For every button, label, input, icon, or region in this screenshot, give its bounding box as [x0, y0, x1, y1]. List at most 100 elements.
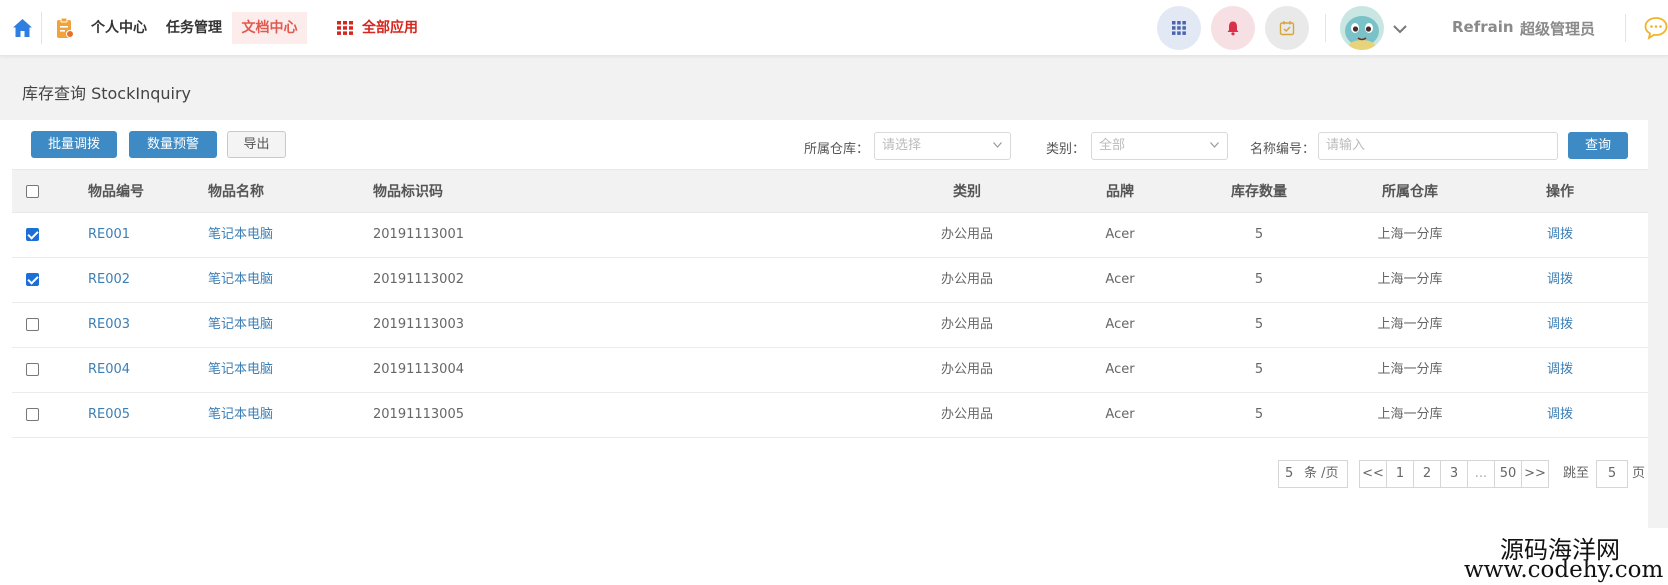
- query-button[interactable]: 查询: [1568, 132, 1628, 159]
- jump-unit-label: 页: [1632, 466, 1646, 481]
- cell-item-code[interactable]: RE003: [88, 303, 130, 347]
- chevron-down-icon: [1210, 142, 1219, 148]
- table-row: RE003 笔记本电脑 20191113003 办公用品 Acer 5 上海一分库 调拨: [12, 303, 1648, 348]
- cell-item-name[interactable]: 笔记本电脑: [208, 213, 273, 257]
- nav-divider: [1625, 14, 1626, 42]
- table-row: RE002 笔记本电脑 20191113002 办公用品 Acer 5 上海一分库 调拨: [12, 258, 1648, 303]
- cell-warehouse: 上海一分库: [1377, 317, 1443, 332]
- user-name[interactable]: Refrain: [1452, 18, 1514, 36]
- cell-warehouse: 上海一分库: [1377, 362, 1443, 377]
- nav-all-apps[interactable]: 全部应用: [337, 12, 418, 44]
- cell-stock-qty: 5: [1254, 227, 1264, 242]
- header-item-code: 物品编号: [88, 184, 144, 200]
- code-filter-label: 名称编号：: [1250, 142, 1316, 157]
- task-board-icon[interactable]: [56, 17, 74, 39]
- watermark: 源码海洋网 www.codehy.com: [1460, 528, 1668, 585]
- page-size-select[interactable]: 5 条 /页: [1278, 460, 1348, 488]
- cell-item-id: 20191113005: [373, 407, 464, 422]
- cell-item-id: 20191113004: [373, 362, 464, 377]
- cell-warehouse: 上海一分库: [1377, 272, 1443, 287]
- category-select-value: 全部: [1099, 138, 1126, 153]
- cell-brand: Acer: [1105, 362, 1135, 377]
- nav-document-center[interactable]: 文档中心: [232, 12, 307, 44]
- transfer-link[interactable]: 调拨: [1500, 213, 1620, 257]
- cell-stock-qty: 5: [1254, 272, 1264, 287]
- row-checkbox[interactable]: [26, 363, 39, 376]
- home-icon[interactable]: [12, 18, 33, 38]
- chat-bubble-icon[interactable]: [1644, 16, 1668, 40]
- top-navbar: 个人中心 任务管理 文档中心 全部应用 Refrain 超级管理员: [0, 0, 1668, 56]
- calendar-check-icon: [1279, 21, 1295, 36]
- cell-stock-qty: 5: [1254, 362, 1264, 377]
- cell-item-id: 20191113003: [373, 317, 464, 332]
- row-checkbox[interactable]: [26, 318, 39, 331]
- nav-task-management[interactable]: 任务管理: [164, 12, 224, 44]
- export-button[interactable]: 导出: [227, 131, 286, 158]
- avatar[interactable]: [1340, 6, 1384, 50]
- apps-button[interactable]: [1157, 6, 1201, 50]
- page-button-2[interactable]: 2: [1413, 460, 1441, 488]
- last-page-button[interactable]: >>: [1521, 460, 1549, 488]
- user-role: 超级管理员: [1520, 20, 1596, 38]
- cell-item-code[interactable]: RE005: [88, 393, 130, 437]
- category-filter-label: 类别：: [1046, 142, 1086, 157]
- page-button-1[interactable]: 1: [1386, 460, 1414, 488]
- jump-to-input[interactable]: 5: [1596, 460, 1628, 488]
- stock-table: 物品编号 物品名称 物品标识码 类别 品牌 库存数量 所属仓库 操作 RE001…: [12, 169, 1648, 438]
- table-body: RE001 笔记本电脑 20191113001 办公用品 Acer 5 上海一分库 调拨 RE0…: [12, 213, 1648, 438]
- notifications-button[interactable]: [1211, 6, 1255, 50]
- first-page-button[interactable]: <<: [1359, 460, 1387, 488]
- quantity-alert-button[interactable]: 数量预警: [129, 131, 217, 158]
- warehouse-select[interactable]: 请选择: [874, 132, 1011, 160]
- cell-item-code[interactable]: RE001: [88, 213, 130, 257]
- code-input[interactable]: 请输入: [1318, 132, 1558, 160]
- category-select[interactable]: 全部: [1091, 132, 1228, 160]
- cell-item-name[interactable]: 笔记本电脑: [208, 348, 273, 392]
- cell-stock-qty: 5: [1254, 407, 1264, 422]
- transfer-link[interactable]: 调拨: [1500, 348, 1620, 392]
- code-input-placeholder: 请输入: [1326, 138, 1366, 153]
- cell-item-code[interactable]: RE002: [88, 258, 130, 302]
- table-header: 物品编号 物品名称 物品标识码 类别 品牌 库存数量 所属仓库 操作: [12, 169, 1648, 213]
- cell-brand: Acer: [1105, 317, 1135, 332]
- warehouse-filter-label: 所属仓库：: [804, 142, 870, 157]
- cell-category: 办公用品: [940, 272, 993, 287]
- table-row: RE005 笔记本电脑 20191113005 办公用品 Acer 5 上海一分库 调拨: [12, 393, 1648, 438]
- cell-item-name[interactable]: 笔记本电脑: [208, 303, 273, 347]
- page-title: 库存查询 StockInquiry: [22, 84, 192, 103]
- row-checkbox[interactable]: [26, 273, 39, 286]
- bell-icon: [1227, 21, 1239, 36]
- header-action: 操作: [1546, 184, 1574, 200]
- table-row: RE004 笔记本电脑 20191113004 办公用品 Acer 5 上海一分库 调拨: [12, 348, 1648, 393]
- page-ellipsis: ...: [1467, 460, 1495, 488]
- header-item-id: 物品标识码: [373, 184, 443, 200]
- batch-transfer-button[interactable]: 批量调拨: [31, 131, 117, 158]
- jump-to-label: 跳至: [1563, 466, 1590, 481]
- calendar-button[interactable]: [1265, 6, 1309, 50]
- cell-item-name[interactable]: 笔记本电脑: [208, 258, 273, 302]
- nav-personal-center[interactable]: 个人中心: [90, 12, 148, 44]
- cell-stock-qty: 5: [1254, 317, 1264, 332]
- row-checkbox[interactable]: [26, 228, 39, 241]
- stock-inquiry-panel: 批量调拨 数量预警 导出 所属仓库： 请选择 类别： 全部 名称编号： 请输入 …: [0, 120, 1648, 585]
- transfer-link[interactable]: 调拨: [1500, 258, 1620, 302]
- cell-item-id: 20191113001: [373, 227, 464, 242]
- cell-item-code[interactable]: RE004: [88, 348, 130, 392]
- select-all-checkbox[interactable]: [26, 185, 39, 198]
- avatar-squirtle-icon: [1340, 6, 1384, 50]
- page-button-3[interactable]: 3: [1440, 460, 1468, 488]
- chevron-down-icon[interactable]: [1393, 24, 1407, 34]
- page-size-unit: 条 /页: [1304, 466, 1339, 481]
- row-checkbox[interactable]: [26, 408, 39, 421]
- cell-item-name[interactable]: 笔记本电脑: [208, 393, 273, 437]
- chevron-down-icon: [993, 142, 1002, 148]
- apps-grid-icon: [1172, 21, 1186, 35]
- header-brand: 品牌: [1106, 184, 1134, 200]
- transfer-link[interactable]: 调拨: [1500, 393, 1620, 437]
- cell-brand: Acer: [1105, 272, 1135, 287]
- cell-category: 办公用品: [940, 317, 993, 332]
- page-button-50[interactable]: 50: [1494, 460, 1522, 488]
- cell-category: 办公用品: [940, 407, 993, 422]
- transfer-link[interactable]: 调拨: [1500, 303, 1620, 347]
- nav-divider: [41, 12, 42, 44]
